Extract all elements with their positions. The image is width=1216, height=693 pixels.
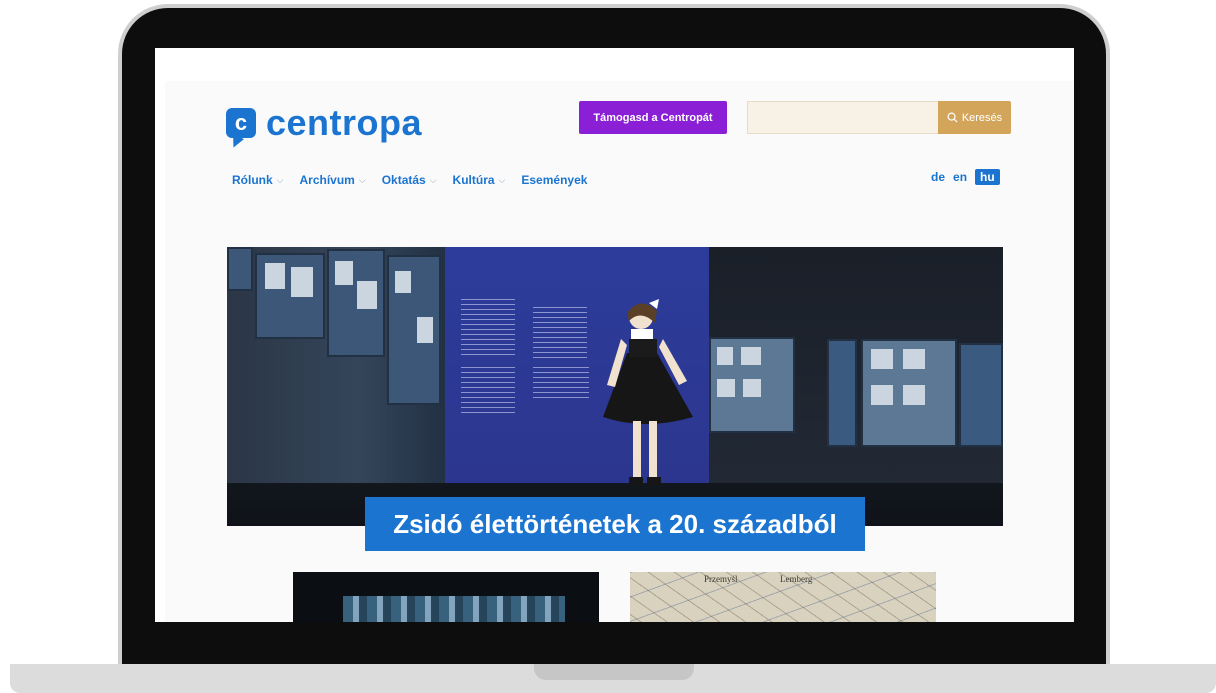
- lang-en[interactable]: en: [953, 170, 967, 184]
- nav-item-label: Rólunk: [232, 173, 273, 187]
- chevron-down-icon: ⌵: [276, 174, 284, 185]
- photo-panel: [861, 339, 957, 447]
- logo-text: centropa: [266, 102, 423, 143]
- search-button-label: Keresés: [961, 111, 1003, 124]
- nav-item-kultura[interactable]: Kultúra ⌵: [453, 173, 506, 187]
- photo-panel: [387, 255, 441, 405]
- girl-photo-cutout: [603, 299, 693, 485]
- laptop-screen: c centropa Támogasd a Centropát Keresés …: [155, 48, 1074, 622]
- search-input[interactable]: [747, 101, 939, 134]
- language-switcher: de en hu: [931, 169, 1000, 185]
- map-label: Lemberg: [780, 574, 813, 584]
- search-button[interactable]: Keresés: [938, 101, 1011, 134]
- logo-mark-icon: c: [226, 108, 256, 138]
- support-button[interactable]: Támogasd a Centropát: [579, 101, 727, 134]
- photo-panel: [255, 253, 325, 339]
- thumbnail-historic-map[interactable]: Przemyśl Lemberg: [630, 572, 936, 622]
- photo-panel: [709, 337, 795, 433]
- chevron-down-icon: ⌵: [358, 174, 366, 185]
- photo-panel: [959, 343, 1003, 447]
- webpage: c centropa Támogasd a Centropát Keresés …: [165, 81, 1074, 622]
- nav-item-label: Kultúra: [452, 173, 495, 187]
- nav-item-label: Események: [521, 173, 588, 187]
- shelves-image: [343, 596, 565, 622]
- thumbnail-archive-shelves[interactable]: [293, 572, 599, 622]
- laptop-base-notch: [534, 664, 694, 680]
- main-nav: Rólunk ⌵ Archívum ⌵ Oktatás ⌵ Kultúra ⌵ …: [232, 173, 587, 187]
- nav-item-oktatas[interactable]: Oktatás ⌵: [382, 173, 437, 187]
- photo-panel: [327, 249, 385, 357]
- hero-image[interactable]: [227, 247, 1003, 526]
- photo-panel: [827, 339, 857, 447]
- lang-hu-active[interactable]: hu: [975, 169, 1000, 185]
- photo-panel: [227, 247, 253, 291]
- centropa-logo[interactable]: c centropa: [226, 102, 422, 144]
- chevron-down-icon: ⌵: [429, 174, 437, 185]
- nav-item-esemenyek[interactable]: Események: [521, 173, 587, 187]
- nav-item-rolunk[interactable]: Rólunk ⌵: [232, 173, 284, 187]
- nav-item-label: Archívum: [299, 173, 355, 187]
- search-icon: [947, 112, 958, 123]
- map-label: Przemyśl: [704, 574, 738, 584]
- exhibition-text: [533, 307, 587, 359]
- nav-item-archivum[interactable]: Archívum ⌵: [300, 173, 366, 187]
- exhibition-text: [461, 299, 515, 357]
- lang-de[interactable]: de: [931, 170, 945, 184]
- exhibition-text: [461, 367, 515, 413]
- nav-item-label: Oktatás: [381, 173, 426, 187]
- hero-caption[interactable]: Zsidó élettörténetek a 20. századból: [365, 497, 865, 551]
- chevron-down-icon: ⌵: [498, 174, 506, 185]
- exhibition-text: [533, 367, 589, 401]
